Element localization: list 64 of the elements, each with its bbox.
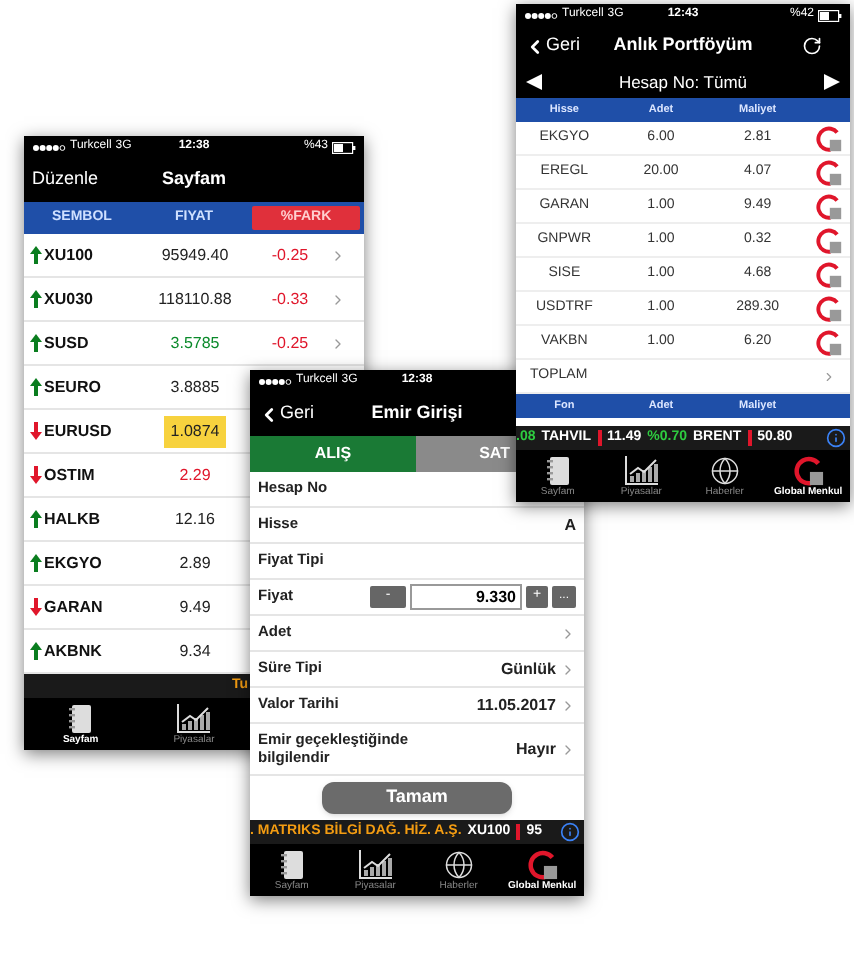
screen-title: Emir Girişi [369, 400, 465, 427]
signal-icon [32, 143, 66, 151]
logo-icon [793, 455, 824, 485]
chevron-icon [822, 369, 836, 383]
logo-icon [815, 295, 842, 321]
price-text: 118110.88 [156, 287, 234, 311]
symbol-text: GARAN [44, 595, 103, 619]
symbol-text: HALKB [44, 507, 100, 531]
logo-icon [815, 159, 842, 185]
info-icon[interactable] [560, 822, 580, 842]
field-value: Günlük [500, 657, 556, 681]
screen-title: Sayfam [159, 166, 229, 193]
bar-chart-icon [623, 455, 660, 485]
price-text: 95949.40 [159, 243, 231, 267]
symbol-text: XU100 [44, 243, 93, 267]
symbol-text: XU030 [44, 287, 93, 311]
price-text: 1.0874 [164, 415, 226, 447]
back-button[interactable]: Geri [258, 400, 364, 428]
edit-button[interactable]: Düzenle [32, 166, 140, 194]
change-text: -0.25 [269, 331, 311, 355]
back-button[interactable]: Geri [524, 32, 584, 60]
field-value: 11.05.2017 [476, 693, 556, 717]
price-text: 3.8885 [168, 375, 222, 399]
logo-icon [815, 261, 842, 287]
logo-icon [815, 193, 842, 219]
submit-button[interactable]: Tamam [322, 782, 512, 814]
symbol-text: OSTIM [44, 463, 95, 487]
logo-icon [815, 329, 842, 355]
order-side-tab[interactable]: SAT [416, 436, 516, 472]
price-text: 12.16 [172, 507, 218, 531]
notebook-icon [279, 849, 304, 879]
price-text: 9.34 [177, 639, 213, 663]
logo-icon [527, 849, 558, 879]
price-input[interactable]: 9.330 [410, 584, 522, 610]
symbol-text: EKGYO [44, 551, 102, 575]
symbol-text: EURUSD [44, 419, 112, 443]
order-side-tab[interactable]: ALIŞ [250, 436, 416, 472]
left-triangle-icon[interactable] [526, 74, 542, 90]
battery-icon [332, 141, 356, 153]
battery-icon [818, 9, 842, 21]
notebook-icon [68, 703, 93, 733]
globe-icon [709, 455, 740, 485]
bar-chart-icon [357, 849, 394, 879]
bar-chart-icon [176, 703, 212, 733]
price-text: 2.89 [177, 551, 213, 575]
price-text: 3.5785 [168, 331, 222, 355]
right-triangle-icon[interactable] [824, 74, 840, 90]
symbol-text: SEURO [44, 375, 101, 399]
symbol-text: SUSD [44, 331, 89, 355]
price-text: 2.29 [177, 463, 213, 487]
notebook-icon [545, 455, 570, 485]
change-text: -0.25 [269, 243, 311, 267]
signal-icon [524, 11, 558, 19]
info-icon[interactable] [826, 428, 846, 448]
globe-icon [443, 849, 474, 879]
symbol-text: AKBNK [44, 639, 102, 663]
signal-icon [258, 377, 292, 385]
field-value: A [564, 513, 576, 537]
screen-title: Anlık Portföyüm [611, 32, 755, 59]
logo-icon [815, 125, 842, 151]
logo-icon [815, 227, 842, 253]
field-value: Hayır [515, 737, 556, 761]
price-text: 9.49 [177, 595, 213, 619]
change-text: -0.33 [269, 287, 311, 311]
